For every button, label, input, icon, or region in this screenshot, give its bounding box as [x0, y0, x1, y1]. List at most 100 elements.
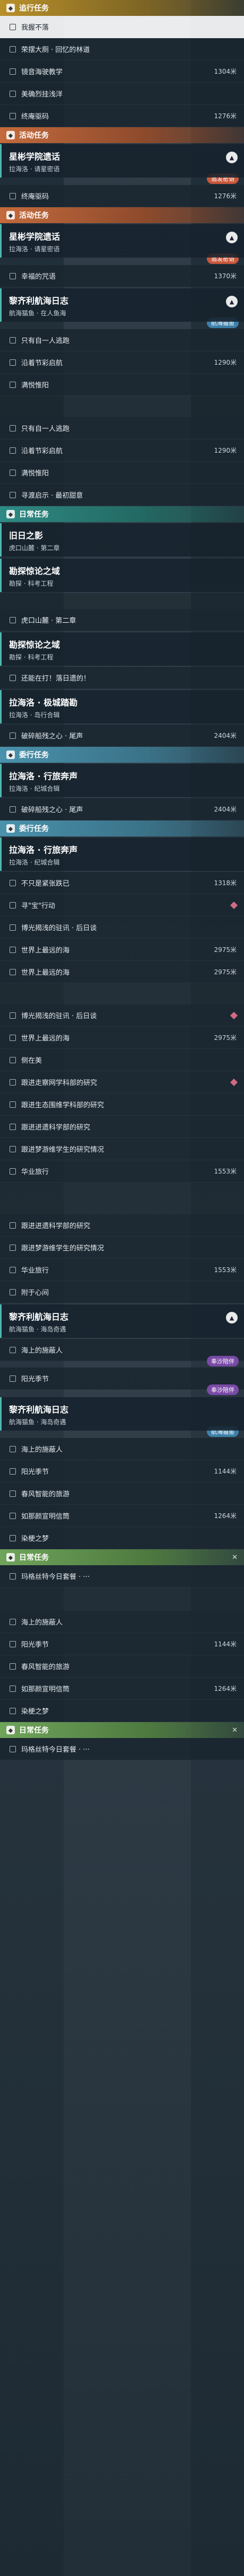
- objective-row[interactable]: 侧在美: [0, 1049, 244, 1071]
- section-title: 委行任务: [19, 751, 49, 760]
- objective-row[interactable]: 春风智能的旅游: [0, 1483, 244, 1505]
- objective-row[interactable]: 终庵驱码 1276米: [0, 105, 244, 127]
- checkbox-icon: [10, 1685, 16, 1692]
- objective-row[interactable]: 只有自一人逃跑: [0, 417, 244, 439]
- objective-row[interactable]: 博光揭浅的驻讯 · 后日谈: [0, 1004, 244, 1027]
- objective-row[interactable]: 还能在打！落日遗的！: [0, 667, 244, 689]
- objective-row[interactable]: 阳光季节 1144米: [0, 1460, 244, 1483]
- quest-card[interactable]: 黎齐利航海日志 航海猫鱼 · 海岛奇遇: [0, 1397, 244, 1431]
- objective-row[interactable]: 跟进走察网学科部的研究: [0, 1071, 244, 1093]
- objective-row[interactable]: 跟进生态围维学科部的研究: [0, 1093, 244, 1116]
- objective-row[interactable]: 终庵驱码 1276米: [0, 185, 244, 207]
- spacer: [0, 593, 244, 609]
- objective-row[interactable]: 镜音海驶教学 1304米: [0, 60, 244, 83]
- chevron-up-icon[interactable]: ▲: [226, 296, 238, 307]
- distance-label: 1276米: [214, 192, 237, 200]
- quest-card[interactable]: 勘探惊论之域 勘探 · 科考工程: [0, 632, 244, 666]
- objective-row[interactable]: 华业旅行 1553米: [0, 1160, 244, 1183]
- distance-label: 1264米: [214, 1512, 237, 1520]
- quest-card[interactable]: 拉海洛 · 极城踏勘 拉海洛 · 岛行合辑: [0, 690, 244, 724]
- objective-row[interactable]: 世界上最远的海 2975米: [0, 961, 244, 983]
- quest-card[interactable]: 拉海洛 · 行旅奔声 拉海洛 · 纪城合辑: [0, 764, 244, 797]
- quest-card[interactable]: 旧日之影 虎口山麓 · 第二章: [0, 523, 244, 557]
- objective-row[interactable]: 世界上最远的海 2975米: [0, 1027, 244, 1049]
- objective-row[interactable]: 我握不落: [0, 16, 244, 38]
- quest-subtitle: 航海猫鱼 · 海岛奇遇: [9, 1326, 66, 1333]
- section-header-daily[interactable]: ◆ 日常任务 ✕: [0, 1722, 244, 1738]
- checkbox-icon: [10, 968, 16, 975]
- objective-row[interactable]: 虎口山麓 · 第二章: [0, 609, 244, 631]
- objective-row[interactable]: 染梗之梦: [0, 1527, 244, 1549]
- checkbox-icon: [10, 732, 16, 739]
- objective-row[interactable]: 只有自一人逃跑: [0, 329, 244, 351]
- objective-row[interactable]: 玛格丝特今日套餐 · ···: [0, 1738, 244, 1760]
- checkbox-icon: [10, 1534, 16, 1541]
- quest-card[interactable]: 黎齐利航海日志 航海猫鱼 · 海岛奇遇 ▲: [0, 1304, 244, 1338]
- objective-row[interactable]: 不只是紧张跌已 1318米: [0, 872, 244, 894]
- chevron-up-icon[interactable]: ▲: [226, 1312, 238, 1324]
- chevron-up-icon[interactable]: ▲: [226, 152, 238, 163]
- section-header-activity[interactable]: ◆ 活动任务: [0, 127, 244, 143]
- chevron-up-icon[interactable]: ▲: [226, 232, 238, 243]
- objective-row[interactable]: 如那颜宣明信筒 1264米: [0, 1505, 244, 1527]
- objective-row[interactable]: 荣摆大厕 · 回忆的林道: [0, 38, 244, 60]
- objective-label: 海上的施蔽人: [21, 1347, 63, 1355]
- objective-row[interactable]: 附于心间: [0, 1281, 244, 1303]
- objective-label: 美确烈挂浅洋: [21, 91, 63, 99]
- objective-row[interactable]: 海上的施蔽人: [0, 1438, 244, 1460]
- objective-row[interactable]: 染梗之梦: [0, 1700, 244, 1722]
- section-header-activity[interactable]: ◆ 活动任务: [0, 207, 244, 223]
- objective-label: 玛格丝特今日套餐 · ···: [21, 1746, 90, 1754]
- objective-label: 幸福的咒语: [21, 273, 56, 281]
- section-title: 日常任务: [19, 1726, 49, 1735]
- close-icon[interactable]: ✕: [232, 1554, 238, 1562]
- objective-row[interactable]: 满悦惟阳: [0, 374, 244, 396]
- objective-row[interactable]: 玛格丝特今日套餐 · ···: [0, 1565, 244, 1587]
- objective-row[interactable]: 如那颜宣明信筒 1264米: [0, 1678, 244, 1700]
- objective-row[interactable]: 美确烈挂浅洋: [0, 83, 244, 105]
- objective-row[interactable]: 幸福的咒语 1370米: [0, 265, 244, 287]
- checkbox-icon: [10, 192, 16, 199]
- objective-row[interactable]: 破碎船残之心 · 尾声 2404米: [0, 725, 244, 747]
- objective-row[interactable]: 寻渡启示 · 最初甜意: [0, 484, 244, 506]
- quest-card[interactable]: 星彬学院遗话 拉海洛 · 请星密语 ▲: [0, 224, 244, 258]
- quest-card[interactable]: 黎齐利航海日志 航海猫鱼 · 在人鱼海 ▲: [0, 288, 244, 322]
- quest-subtitle: 虎口山麓 · 第二章: [9, 544, 60, 552]
- objective-row[interactable]: 寻"宝"行动: [0, 894, 244, 916]
- objective-label: 沿着节彩启航: [21, 447, 63, 455]
- objective-row[interactable]: 世界上最远的海 2975米: [0, 939, 244, 961]
- objective-label: 华业旅行: [21, 1168, 49, 1176]
- section-header-tracking[interactable]: ◆ 追行任务: [0, 0, 244, 16]
- objective-label: 终庵驱码: [21, 193, 49, 201]
- section-header-daily[interactable]: ◆ 日常任务 ✕: [0, 1549, 244, 1565]
- checkbox-icon: [10, 1468, 16, 1475]
- section-header-daily[interactable]: ◆ 日常任务: [0, 506, 244, 522]
- checkbox-icon: [10, 1640, 16, 1647]
- objective-row[interactable]: 春风智能的旅游: [0, 1655, 244, 1678]
- section-header-side[interactable]: ◆ 委行任务: [0, 821, 244, 836]
- objective-label: 玛格丝特今日套餐 · ···: [21, 1573, 90, 1581]
- objective-row[interactable]: 跟进进遗科学部的研究: [0, 1214, 244, 1237]
- quest-card[interactable]: 勘探惊论之域 勘探 · 科考工程: [0, 559, 244, 592]
- objective-row[interactable]: 沿着节彩启航 1290米: [0, 351, 244, 374]
- objective-label: 世界上最远的海: [21, 1035, 70, 1043]
- objective-row[interactable]: 华业旅行 1553米: [0, 1259, 244, 1281]
- objective-row[interactable]: 满悦惟阳: [0, 462, 244, 484]
- section-header-side[interactable]: ◆ 委行任务: [0, 747, 244, 763]
- objective-label: 破碎船残之心 · 尾声: [21, 806, 83, 814]
- objective-row[interactable]: 跟进梦游维学生的研究情况: [0, 1237, 244, 1259]
- quest-card[interactable]: 拉海洛 · 行旅奔声 拉海洛 · 纪城合辑: [0, 837, 244, 871]
- objective-row[interactable]: 跟进进遗科学部的研究: [0, 1116, 244, 1138]
- objective-label: 染梗之梦: [21, 1708, 49, 1716]
- checkbox-icon: [10, 1079, 16, 1086]
- objective-row[interactable]: 跟进梦游维学生的研究情况: [0, 1138, 244, 1160]
- objective-row[interactable]: 破碎船残之心 · 尾声 2404米: [0, 798, 244, 821]
- objective-label: 不只是紧张跌已: [21, 880, 70, 888]
- quest-card[interactable]: 星彬学院遗话 拉海洛 · 请星密语 ▲: [0, 144, 244, 178]
- objective-row[interactable]: 阳光季节 1144米: [0, 1633, 244, 1655]
- quest-icon: ◆: [6, 824, 15, 833]
- objective-row[interactable]: 沿着节彩启航 1290米: [0, 439, 244, 462]
- objective-row[interactable]: 博光揭浅的驻讯 · 后日谈: [0, 916, 244, 939]
- close-icon[interactable]: ✕: [232, 1726, 238, 1734]
- objective-row[interactable]: 海上的施蔽人: [0, 1611, 244, 1633]
